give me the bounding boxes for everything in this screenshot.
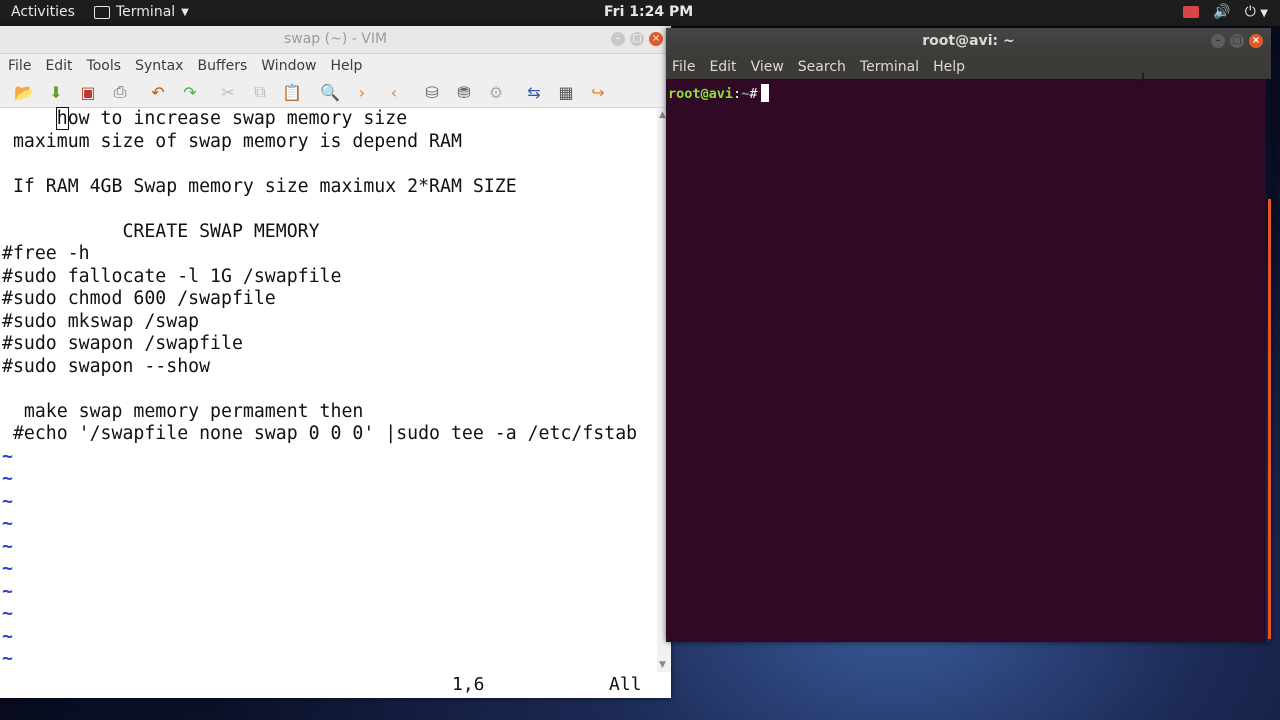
vim-menubar: File Edit Tools Syntax Buffers Window Help	[0, 54, 671, 77]
minimize-icon[interactable]: –	[1211, 34, 1225, 48]
vim-menu-tools[interactable]: Tools	[87, 58, 122, 74]
vim-cursor: h	[55, 107, 69, 130]
vim-toolbar: 📂 ⬇ ▣ ⎙ ↶ ↷ ✂ ⧉ 📋 🔍 › ‹ ⛁ ⛃ ⚙ ⇆ ▦ ↪	[0, 77, 671, 108]
terminal-menu-file[interactable]: File	[672, 59, 695, 75]
close-icon[interactable]: ×	[1249, 34, 1263, 48]
empty-line-marker: ~	[2, 490, 13, 512]
vim-menu-window[interactable]: Window	[261, 58, 316, 74]
find-next-icon[interactable]: ›	[346, 80, 378, 104]
save-icon[interactable]: ▣	[72, 80, 104, 104]
chevron-down-icon: ▼	[1260, 8, 1268, 19]
terminal-menubar: File Edit View Search Terminal Help	[666, 54, 1271, 79]
ctags-icon[interactable]: ↪	[582, 80, 614, 104]
save-download-icon[interactable]: ⬇	[40, 80, 72, 104]
maximize-icon[interactable]: □	[1230, 34, 1244, 48]
find-replace-icon[interactable]: 🔍	[314, 80, 346, 104]
editor-line: how to increase swap memory size	[55, 107, 408, 130]
editor-line: If RAM 4GB Swap memory size maximux 2*RA…	[2, 175, 517, 197]
terminal-scrollbar[interactable]	[1268, 199, 1271, 639]
terminal-menu-search[interactable]: Search	[798, 59, 846, 75]
editor-line: #sudo swapon /swapfile	[2, 333, 243, 354]
maximize-icon[interactable]: □	[630, 32, 644, 46]
make-icon[interactable]: ⇆	[518, 80, 550, 104]
empty-line-marker: ~	[2, 558, 13, 579]
editor-line: make swap memory permament then	[2, 400, 364, 422]
paste-icon[interactable]: 📋	[276, 80, 308, 104]
scroll-up-icon[interactable]: ▲	[659, 110, 666, 120]
app-menu[interactable]: Terminal ▼	[94, 4, 189, 20]
empty-line-marker: ~	[2, 580, 13, 602]
vim-menu-buffers[interactable]: Buffers	[197, 58, 247, 74]
run-script-icon[interactable]: ⚙	[480, 80, 512, 104]
cut-icon[interactable]: ✂	[212, 80, 244, 104]
vim-menu-syntax[interactable]: Syntax	[135, 58, 183, 74]
editor-line: #sudo swapon --show	[2, 355, 211, 377]
prompt-user: root@avi	[668, 86, 734, 102]
terminal-body[interactable]: root@avi:~#	[666, 79, 1271, 642]
open-icon[interactable]: 📂	[8, 80, 40, 104]
shell-icon[interactable]: ▦	[550, 80, 582, 104]
empty-line-marker: ~	[2, 648, 13, 669]
terminal-window: root@avi: ~ – □ × File Edit View Search Term…	[666, 28, 1271, 642]
load-session-icon[interactable]: ⛁	[416, 80, 448, 104]
volume-icon[interactable]: 🔊	[1213, 4, 1230, 20]
power-icon[interactable]: ⏻ ▼	[1245, 4, 1268, 20]
editor-line: #free -h	[2, 243, 90, 264]
editor-line: maximum size of swap memory is depend RA…	[2, 130, 462, 152]
editor-line: #sudo mkswap /swap	[2, 310, 200, 332]
terminal-app-icon	[94, 5, 110, 19]
find-prev-icon[interactable]: ‹	[378, 80, 410, 104]
cursor-position: 1,6	[452, 674, 485, 695]
terminal-titlebar[interactable]: root@avi: ~ – □ ×	[666, 28, 1271, 54]
terminal-menu-view[interactable]: View	[751, 59, 784, 75]
redo-icon[interactable]: ↷	[174, 80, 206, 104]
editor-line: #echo '/swapfile none swap 0 0 0' |sudo …	[2, 423, 638, 444]
terminal-cursor	[761, 84, 770, 102]
vim-statusline: 1,6 All	[0, 672, 671, 698]
vim-menu-file[interactable]: File	[8, 58, 31, 74]
vim-menu-help[interactable]: Help	[330, 58, 362, 74]
vim-menu-edit[interactable]: Edit	[45, 58, 72, 74]
close-icon[interactable]: ×	[649, 32, 663, 46]
mouse-cursor-icon: I	[1141, 71, 1146, 87]
empty-line-marker: ~	[2, 468, 13, 489]
empty-line-marker: ~	[2, 535, 13, 557]
chevron-down-icon: ▼	[181, 6, 189, 18]
terminal-prompt: root@avi:~#	[668, 84, 770, 102]
terminal-menu-terminal[interactable]: Terminal	[860, 59, 919, 75]
empty-line-marker: ~	[2, 513, 13, 534]
app-menu-label: Terminal	[116, 4, 176, 20]
copy-icon[interactable]: ⧉	[244, 80, 276, 104]
top-bar: Activities Terminal ▼ Fri 1:24 PM 🔊 ⏻ ▼	[0, 0, 1280, 26]
empty-line-marker: ~	[2, 445, 13, 467]
undo-icon[interactable]: ↶	[142, 80, 174, 104]
screen-record-icon[interactable]	[1183, 6, 1200, 18]
empty-line-marker: ~	[2, 603, 13, 624]
save-session-icon[interactable]: ⛃	[448, 80, 480, 104]
scroll-percent: All	[609, 674, 642, 695]
vim-titlebar[interactable]: swap (~) - VIM – □ ×	[0, 26, 671, 54]
vim-window-title: swap (~) - VIM	[283, 31, 388, 47]
print-icon[interactable]: ⎙	[104, 80, 136, 104]
clock[interactable]: Fri 1:24 PM	[604, 4, 693, 20]
vim-window: swap (~) - VIM – □ × File Edit Tools Syntax…	[0, 26, 671, 698]
terminal-window-title: root@avi: ~	[922, 33, 1015, 49]
scroll-down-icon[interactable]: ▼	[659, 660, 666, 670]
prompt-separator: :	[733, 86, 742, 102]
prompt-char: #	[749, 86, 758, 102]
terminal-menu-help[interactable]: Help	[933, 59, 965, 75]
editor-line: CREATE SWAP MEMORY	[2, 220, 320, 242]
editor-line: #sudo fallocate -l 1G /swapfile	[2, 265, 342, 287]
minimize-icon[interactable]: –	[611, 32, 625, 46]
vim-editor[interactable]: how to increase swap memory size maximum…	[0, 107, 656, 672]
system-tray[interactable]: 🔊 ⏻ ▼	[1183, 4, 1268, 20]
editor-line: #sudo chmod 600 /swapfile	[2, 288, 276, 309]
empty-line-marker: ~	[2, 625, 13, 647]
terminal-menu-edit[interactable]: Edit	[709, 59, 736, 75]
activities-button[interactable]: Activities	[11, 4, 75, 20]
